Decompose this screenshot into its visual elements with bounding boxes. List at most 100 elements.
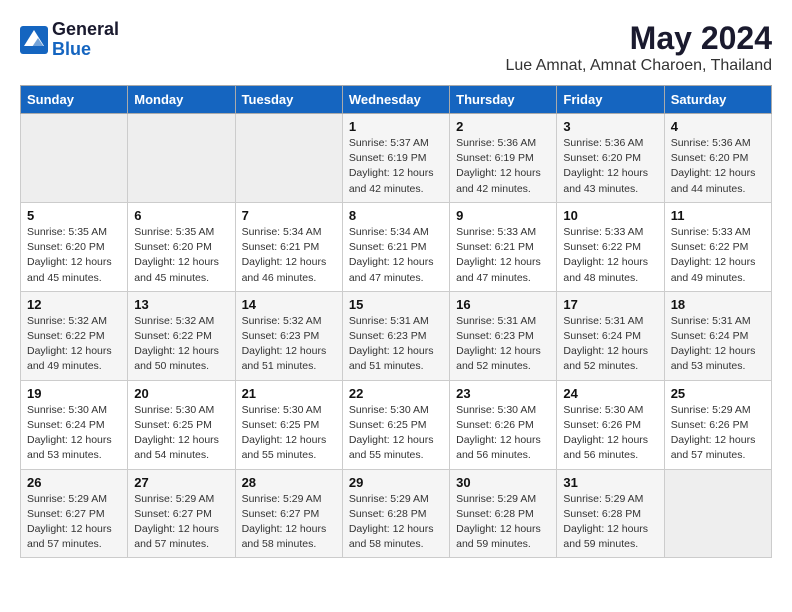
day-number: 24 [563, 386, 657, 401]
day-number: 7 [242, 208, 336, 223]
day-info: Sunrise: 5:33 AM Sunset: 6:22 PM Dayligh… [671, 225, 765, 286]
day-number: 6 [134, 208, 228, 223]
day-cell [235, 114, 342, 203]
day-number: 18 [671, 297, 765, 312]
day-info: Sunrise: 5:34 AM Sunset: 6:21 PM Dayligh… [349, 225, 443, 286]
day-info: Sunrise: 5:29 AM Sunset: 6:27 PM Dayligh… [134, 492, 228, 553]
day-cell: 11 Sunrise: 5:33 AM Sunset: 6:22 PM Dayli… [664, 202, 771, 291]
day-info: Sunrise: 5:36 AM Sunset: 6:20 PM Dayligh… [563, 136, 657, 197]
week-row-1: 1 Sunrise: 5:37 AM Sunset: 6:19 PM Daylig… [21, 114, 772, 203]
day-info: Sunrise: 5:29 AM Sunset: 6:27 PM Dayligh… [242, 492, 336, 553]
day-cell: 29 Sunrise: 5:29 AM Sunset: 6:28 PM Dayli… [342, 469, 449, 558]
day-number: 2 [456, 119, 550, 134]
header-cell-sunday: Sunday [21, 86, 128, 114]
day-info: Sunrise: 5:29 AM Sunset: 6:27 PM Dayligh… [27, 492, 121, 553]
day-number: 3 [563, 119, 657, 134]
day-number: 8 [349, 208, 443, 223]
day-cell: 13 Sunrise: 5:32 AM Sunset: 6:22 PM Dayli… [128, 291, 235, 380]
day-number: 13 [134, 297, 228, 312]
day-cell: 15Sunrise: 5:31 AM Sunset: 6:23 PM Dayli… [342, 291, 449, 380]
day-cell [664, 469, 771, 558]
header-row: SundayMondayTuesdayWednesdayThursdayFrid… [21, 86, 772, 114]
day-number: 4 [671, 119, 765, 134]
header-cell-monday: Monday [128, 86, 235, 114]
day-info: Sunrise: 5:29 AM Sunset: 6:26 PM Dayligh… [671, 403, 765, 464]
day-number: 11 [671, 208, 765, 223]
week-row-4: 19 Sunrise: 5:30 AM Sunset: 6:24 PM Dayli… [21, 380, 772, 469]
day-info: Sunrise: 5:36 AM Sunset: 6:19 PM Dayligh… [456, 136, 550, 197]
day-cell [21, 114, 128, 203]
day-number: 22 [349, 386, 443, 401]
day-number: 31 [563, 475, 657, 490]
day-info: Sunrise: 5:30 AM Sunset: 6:26 PM Dayligh… [563, 403, 657, 464]
day-number: 17 [563, 297, 657, 312]
day-number: 30 [456, 475, 550, 490]
day-number: 25 [671, 386, 765, 401]
day-number: 5 [27, 208, 121, 223]
day-number: 16 [456, 297, 550, 312]
header-cell-wednesday: Wednesday [342, 86, 449, 114]
calendar-body: 1 Sunrise: 5:37 AM Sunset: 6:19 PM Daylig… [21, 114, 772, 558]
main-title: May 2024 [505, 20, 772, 57]
calendar-table: SundayMondayTuesdayWednesdayThursdayFrid… [20, 85, 772, 558]
day-cell: 23 Sunrise: 5:30 AM Sunset: 6:26 PM Dayli… [450, 380, 557, 469]
day-cell: 17 Sunrise: 5:31 AM Sunset: 6:24 PM Dayli… [557, 291, 664, 380]
day-cell: 14Sunrise: 5:32 AM Sunset: 6:23 PM Dayli… [235, 291, 342, 380]
header: General Blue May 2024 Lue Amnat, Amnat C… [20, 20, 772, 75]
week-row-3: 12 Sunrise: 5:32 AM Sunset: 6:22 PM Dayli… [21, 291, 772, 380]
week-row-5: 26 Sunrise: 5:29 AM Sunset: 6:27 PM Dayli… [21, 469, 772, 558]
logo-text: General Blue [52, 20, 119, 60]
week-row-2: 5 Sunrise: 5:35 AM Sunset: 6:20 PM Daylig… [21, 202, 772, 291]
logo-general: General [52, 20, 119, 40]
day-info: Sunrise: 5:32 AM Sunset: 6:22 PM Dayligh… [27, 314, 121, 375]
day-info: Sunrise: 5:30 AM Sunset: 6:25 PM Dayligh… [242, 403, 336, 464]
title-area: May 2024 Lue Amnat, Amnat Charoen, Thail… [505, 20, 772, 75]
logo-icon [20, 26, 48, 54]
day-info: Sunrise: 5:30 AM Sunset: 6:26 PM Dayligh… [456, 403, 550, 464]
day-number: 19 [27, 386, 121, 401]
day-number: 10 [563, 208, 657, 223]
day-cell: 8 Sunrise: 5:34 AM Sunset: 6:21 PM Daylig… [342, 202, 449, 291]
day-cell: 9Sunrise: 5:33 AM Sunset: 6:21 PM Daylig… [450, 202, 557, 291]
day-info: Sunrise: 5:31 AM Sunset: 6:24 PM Dayligh… [563, 314, 657, 375]
day-cell: 21Sunrise: 5:30 AM Sunset: 6:25 PM Dayli… [235, 380, 342, 469]
day-info: Sunrise: 5:29 AM Sunset: 6:28 PM Dayligh… [456, 492, 550, 553]
day-cell: 22 Sunrise: 5:30 AM Sunset: 6:25 PM Dayli… [342, 380, 449, 469]
day-cell: 26 Sunrise: 5:29 AM Sunset: 6:27 PM Dayli… [21, 469, 128, 558]
day-number: 27 [134, 475, 228, 490]
day-info: Sunrise: 5:37 AM Sunset: 6:19 PM Dayligh… [349, 136, 443, 197]
day-info: Sunrise: 5:30 AM Sunset: 6:24 PM Dayligh… [27, 403, 121, 464]
day-number: 12 [27, 297, 121, 312]
day-cell: 28Sunrise: 5:29 AM Sunset: 6:27 PM Dayli… [235, 469, 342, 558]
day-number: 29 [349, 475, 443, 490]
day-number: 23 [456, 386, 550, 401]
day-info: Sunrise: 5:35 AM Sunset: 6:20 PM Dayligh… [27, 225, 121, 286]
header-cell-thursday: Thursday [450, 86, 557, 114]
header-cell-tuesday: Tuesday [235, 86, 342, 114]
day-info: Sunrise: 5:36 AM Sunset: 6:20 PM Dayligh… [671, 136, 765, 197]
day-cell: 5 Sunrise: 5:35 AM Sunset: 6:20 PM Daylig… [21, 202, 128, 291]
calendar-header: SundayMondayTuesdayWednesdayThursdayFrid… [21, 86, 772, 114]
day-info: Sunrise: 5:31 AM Sunset: 6:23 PM Dayligh… [349, 314, 443, 375]
day-cell: 30 Sunrise: 5:29 AM Sunset: 6:28 PM Dayli… [450, 469, 557, 558]
day-info: Sunrise: 5:29 AM Sunset: 6:28 PM Dayligh… [349, 492, 443, 553]
day-cell: 20Sunrise: 5:30 AM Sunset: 6:25 PM Dayli… [128, 380, 235, 469]
day-cell: 16Sunrise: 5:31 AM Sunset: 6:23 PM Dayli… [450, 291, 557, 380]
day-cell: 7 Sunrise: 5:34 AM Sunset: 6:21 PM Daylig… [235, 202, 342, 291]
header-cell-friday: Friday [557, 86, 664, 114]
day-cell: 31 Sunrise: 5:29 AM Sunset: 6:28 PM Dayli… [557, 469, 664, 558]
day-info: Sunrise: 5:30 AM Sunset: 6:25 PM Dayligh… [349, 403, 443, 464]
day-cell: 4 Sunrise: 5:36 AM Sunset: 6:20 PM Daylig… [664, 114, 771, 203]
day-info: Sunrise: 5:32 AM Sunset: 6:23 PM Dayligh… [242, 314, 336, 375]
day-number: 1 [349, 119, 443, 134]
day-info: Sunrise: 5:35 AM Sunset: 6:20 PM Dayligh… [134, 225, 228, 286]
header-cell-saturday: Saturday [664, 86, 771, 114]
logo-blue: Blue [52, 40, 119, 60]
day-info: Sunrise: 5:32 AM Sunset: 6:22 PM Dayligh… [134, 314, 228, 375]
day-info: Sunrise: 5:34 AM Sunset: 6:21 PM Dayligh… [242, 225, 336, 286]
day-cell: 1 Sunrise: 5:37 AM Sunset: 6:19 PM Daylig… [342, 114, 449, 203]
day-cell: 24 Sunrise: 5:30 AM Sunset: 6:26 PM Dayli… [557, 380, 664, 469]
day-number: 26 [27, 475, 121, 490]
day-info: Sunrise: 5:30 AM Sunset: 6:25 PM Dayligh… [134, 403, 228, 464]
day-info: Sunrise: 5:29 AM Sunset: 6:28 PM Dayligh… [563, 492, 657, 553]
